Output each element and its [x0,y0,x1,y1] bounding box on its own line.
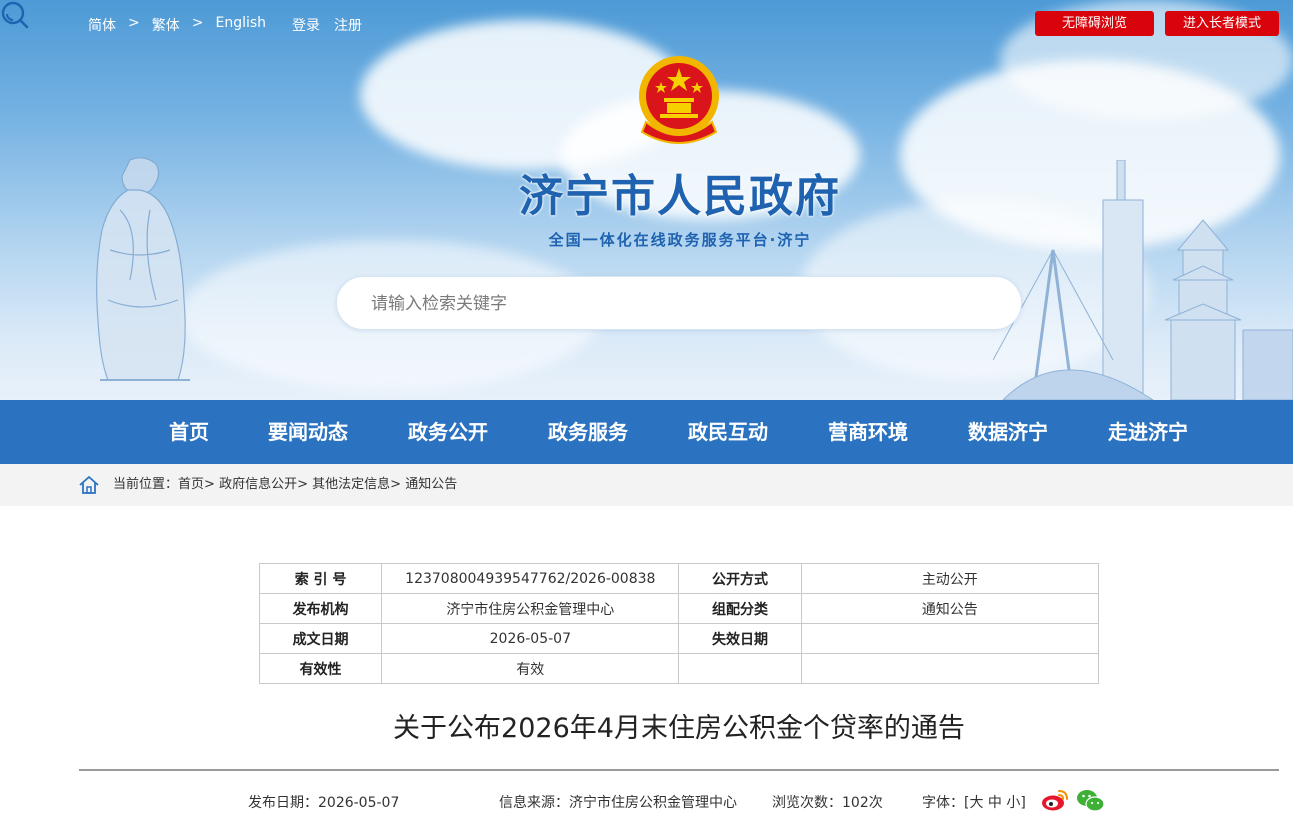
expiry-date-label: 失效日期 [678,623,802,654]
article-title: 关于公布2026年4月末住房公积金个贷率的通告 [393,713,965,744]
validity-value: 有效 [381,653,680,684]
font-size-switcher: 字体：[大 中 小] [922,795,1026,811]
validity-label: 有效性 [258,653,383,684]
nav-interaction[interactable]: 政民互动 [668,400,788,464]
empty-cell [800,653,1100,684]
view-count: 浏览次数：102次 [772,792,883,812]
breadcrumb-gov-info[interactable]: 政府信息公开 [219,477,297,492]
top-utility-links: 简体 > 繁体 > English 登录 注册 [88,15,362,35]
breadcrumb: 当前位置：首页> 政府信息公开> 其他法定信息> 通知公告 [113,477,458,492]
separator: > [191,15,204,31]
register-link[interactable]: 注册 [334,15,362,35]
breadcrumb-other-info[interactable]: 其他法定信息 [312,477,390,492]
index-number-label: 索 引 号 [258,563,383,594]
divider [79,769,1279,771]
category-value: 通知公告 [800,593,1100,624]
nav-business-env[interactable]: 营商环境 [808,400,928,464]
publisher-value: 济宁市住房公积金管理中心 [381,593,680,624]
nav-gov-affairs-open[interactable]: 政务公开 [388,400,508,464]
search-input[interactable] [371,290,931,318]
breadcrumb-home[interactable]: 首页 [178,477,204,492]
login-link[interactable]: 登录 [292,15,320,35]
statue-illustration [96,157,190,381]
city-skyline-illustration [993,160,1293,400]
nav-about-jining[interactable]: 走进济宁 [1088,400,1208,464]
font-size-label: 字体： [922,795,964,811]
nav-news[interactable]: 要闻动态 [248,400,368,464]
home-icon[interactable] [78,474,100,496]
header-banner: 简体 > 繁体 > English 登录 注册 无障碍浏览 进入长者模式 济宁市… [0,0,1293,400]
separator: > [128,15,140,31]
category-label: 组配分类 [678,593,802,624]
elder-mode-button[interactable]: 进入长者模式 [1165,11,1279,36]
info-source-label: 信息来源： [499,795,569,811]
nav-gov-services[interactable]: 政务服务 [528,400,648,464]
site-subtitle: 全国一体化在线政务服务平台·济宁 [548,231,812,249]
empty-cell [678,653,802,684]
info-source-value: 济宁市住房公积金管理中心 [569,795,737,811]
table-row: 发布机构 济宁市住房公积金管理中心 组配分类 通知公告 [258,593,1100,624]
publish-date: 发布日期：2026-05-07 [248,792,399,812]
table-row: 成文日期 2026-05-07 失效日期 [258,623,1100,654]
disclosure-method-label: 公开方式 [678,563,802,594]
expiry-date-value [800,623,1100,654]
national-emblem-icon [639,56,719,144]
written-date-value: 2026-05-07 [381,623,680,654]
lang-simplified-link[interactable]: 简体 [88,15,116,35]
view-count-value: 102次 [842,795,883,811]
breadcrumb-bar: 当前位置：首页> 政府信息公开> 其他法定信息> 通知公告 [0,464,1293,506]
lang-english-link[interactable]: English [215,15,266,35]
view-count-label: 浏览次数： [772,795,842,811]
table-row: 有效性 有效 [258,653,1100,684]
breadcrumb-prefix: 当前位置： [113,477,179,492]
info-source: 信息来源：济宁市住房公积金管理中心 [499,792,737,812]
lang-traditional-link[interactable]: 繁体 [152,15,180,35]
nav-home[interactable]: 首页 [129,400,249,464]
search-icon[interactable] [0,0,30,30]
site-title: 济宁市人民政府 [519,171,841,222]
disclosure-method-value: 主动公开 [800,563,1100,594]
index-number-value: 123708004939547762/2026-00838 [381,563,680,594]
breadcrumb-notices[interactable]: 通知公告 [405,477,457,492]
publish-date-label: 发布日期： [248,795,318,811]
table-row: 索 引 号 123708004939547762/2026-00838 公开方式… [258,563,1100,594]
font-medium-link[interactable]: 中 [988,795,1002,811]
publisher-label: 发布机构 [258,593,383,624]
written-date-label: 成文日期 [258,623,383,654]
font-large-link[interactable]: 大 [969,795,983,811]
document-info-table: 索 引 号 123708004939547762/2026-00838 公开方式… [258,563,1100,684]
wechat-share-icon[interactable] [1076,788,1106,814]
weibo-share-icon[interactable] [1041,788,1069,812]
nav-data-jining[interactable]: 数据济宁 [948,400,1068,464]
font-small-link[interactable]: 小 [1006,795,1020,811]
accessible-browse-button[interactable]: 无障碍浏览 [1035,11,1154,36]
publish-date-value: 2026-05-07 [318,795,400,811]
search-box [336,276,1022,330]
main-navigation: 首页 要闻动态 政务公开 政务服务 政民互动 营商环境 数据济宁 走进济宁 [0,400,1293,464]
